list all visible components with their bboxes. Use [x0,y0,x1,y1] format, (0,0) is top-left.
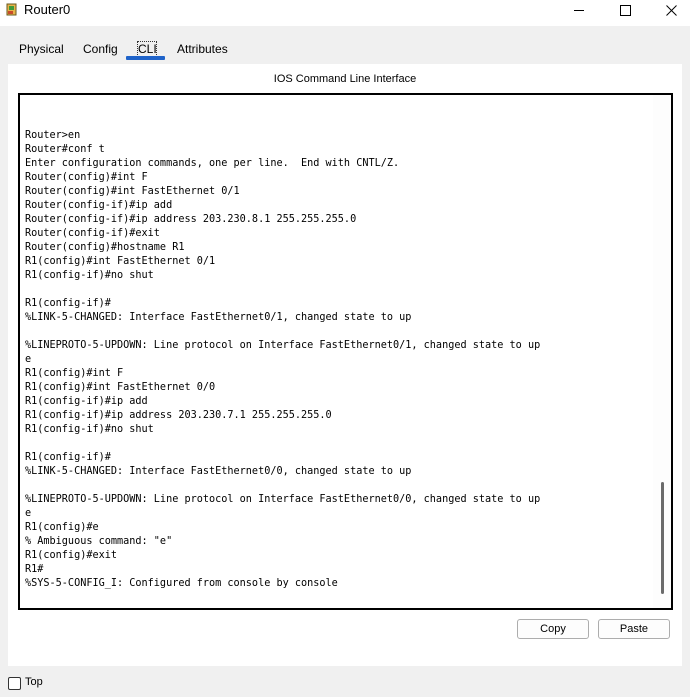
minimize-button[interactable] [556,0,602,20]
close-icon [665,4,677,16]
cli-panel: IOS Command Line Interface Router>en Rou… [8,64,682,666]
tab-cli-active-indicator [126,56,165,60]
bottom-bar: Top [0,669,690,697]
main-area: Physical Config CLI Attributes IOS Comma… [0,26,690,669]
terminal-scrollbar-thumb[interactable] [661,482,664,594]
top-checkbox[interactable] [8,677,21,690]
tab-bar: Physical Config CLI Attributes [0,26,690,64]
tab-config[interactable]: Config [83,42,118,56]
router-app-icon [6,3,17,16]
tab-cli[interactable]: CLI [138,42,157,56]
close-button[interactable] [648,0,690,20]
title-bar: Router0 [0,0,690,20]
tab-physical[interactable]: Physical [19,42,64,56]
maximize-icon [619,4,631,16]
window-title: Router0 [24,2,71,17]
minimize-icon [573,9,584,11]
cli-heading: IOS Command Line Interface [273,73,417,85]
tab-attributes[interactable]: Attributes [177,42,228,56]
paste-button[interactable]: Paste [598,619,670,639]
copy-button[interactable]: Copy [517,619,589,639]
cli-terminal[interactable]: Router>en Router#conf t Enter configurat… [18,93,673,610]
maximize-button[interactable] [602,0,648,20]
top-checkbox-label: Top [25,676,43,688]
cli-output[interactable]: Router>en Router#conf t Enter configurat… [25,129,655,591]
